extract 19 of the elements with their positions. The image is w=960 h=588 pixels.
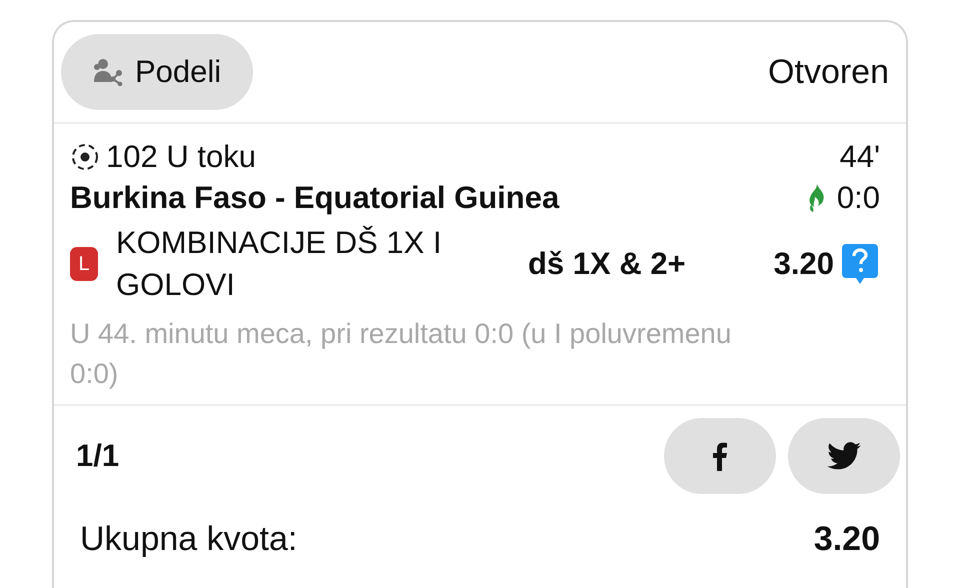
bet-pick: dš 1X & 2+ [528,246,687,282]
bet-odds: 3.20 [774,246,834,282]
total-odds-value: 3.20 [814,520,880,559]
match-status: 102 U toku [106,138,256,176]
help-icon[interactable] [840,242,880,286]
match-teams: Burkina Faso - Equatorial Guinea [70,179,560,217]
bird-icon [827,442,861,470]
share-button[interactable]: Podeli [61,34,254,110]
match-minute: 44' [840,138,880,176]
match-score: 0:0 [836,180,880,216]
bet-market: KOMBINACIJE DŠ 1X I GOLOVI [116,224,443,304]
bet-description: U 44. minutu meca, pri rezultatu 0:0 (u I poluvremenu 0:0) [70,317,732,391]
total-odds-label: Ukupna kvota: [80,520,298,559]
live-badge: L [70,247,98,281]
facebook-icon [712,441,728,471]
ticket-status: Otvoren [768,52,889,92]
soccer-ball-icon [70,142,100,172]
ticket-count: 1/1 [76,438,120,474]
share-people-icon [93,58,125,86]
